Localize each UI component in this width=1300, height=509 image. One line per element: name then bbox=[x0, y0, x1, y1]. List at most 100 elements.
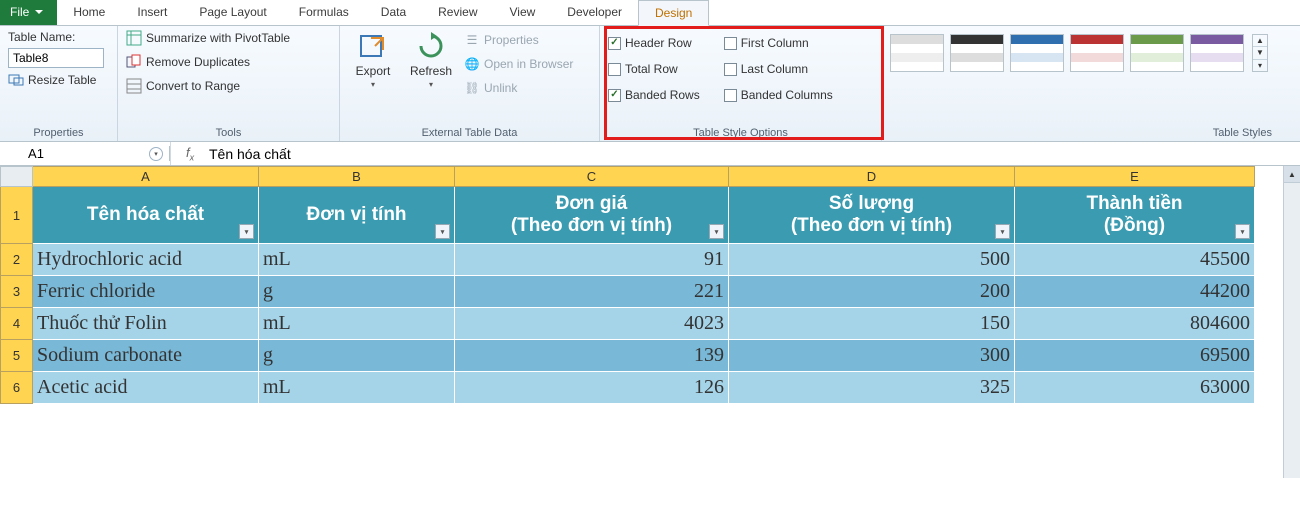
open-browser-button: 🌐 Open in Browser bbox=[464, 56, 573, 72]
style-swatch[interactable] bbox=[890, 34, 944, 72]
cell[interactable]: 221 bbox=[455, 276, 729, 308]
tab-formulas[interactable]: Formulas bbox=[283, 0, 365, 25]
group-title-styles: Table Styles bbox=[890, 125, 1292, 139]
chk-banded-rows[interactable]: Banded Rows bbox=[608, 88, 700, 102]
label-table-name: Table Name: bbox=[8, 30, 104, 44]
cell[interactable]: 500 bbox=[729, 244, 1015, 276]
name-box-dropdown[interactable]: ▾ bbox=[149, 147, 163, 161]
resize-table-button[interactable]: Resize Table bbox=[8, 72, 104, 88]
group-style-options: Header Row Total Row Banded Rows First C… bbox=[600, 26, 882, 141]
table-header-cell[interactable]: Thành tiền (Đồng)▾ bbox=[1015, 187, 1255, 244]
chk-first-column[interactable]: First Column bbox=[724, 36, 833, 50]
cell[interactable]: 45500 bbox=[1015, 244, 1255, 276]
chk-banded-columns[interactable]: Banded Columns bbox=[724, 88, 833, 102]
style-swatch[interactable] bbox=[1070, 34, 1124, 72]
col-header-A[interactable]: A bbox=[33, 167, 259, 187]
refresh-button[interactable]: Refresh▾ bbox=[406, 30, 456, 89]
row-header[interactable]: 5 bbox=[1, 340, 33, 372]
chevron-down-icon: ▾ bbox=[429, 80, 433, 89]
cell[interactable]: 300 bbox=[729, 340, 1015, 372]
filter-button[interactable]: ▾ bbox=[1235, 224, 1250, 239]
filter-button[interactable]: ▾ bbox=[435, 224, 450, 239]
cell[interactable]: Sodium carbonate bbox=[33, 340, 259, 372]
row-header[interactable]: 4 bbox=[1, 308, 33, 340]
name-box-input[interactable] bbox=[6, 146, 66, 161]
row-header[interactable]: 3 bbox=[1, 276, 33, 308]
cell[interactable]: Hydrochloric acid bbox=[33, 244, 259, 276]
tab-page-layout[interactable]: Page Layout bbox=[183, 0, 282, 25]
cell[interactable]: 126 bbox=[455, 372, 729, 404]
cell[interactable]: 91 bbox=[455, 244, 729, 276]
browser-icon: 🌐 bbox=[464, 56, 480, 72]
group-external: Export▾ Refresh▾ ☰ Properties 🌐 Open in … bbox=[340, 26, 600, 141]
checkbox-icon bbox=[724, 37, 737, 50]
unlink-icon: ⛓ bbox=[464, 80, 480, 96]
cell[interactable]: 44200 bbox=[1015, 276, 1255, 308]
tab-review[interactable]: Review bbox=[422, 0, 493, 25]
cell[interactable]: mL bbox=[259, 372, 455, 404]
cell[interactable]: mL bbox=[259, 308, 455, 340]
vertical-scrollbar[interactable]: ▲ bbox=[1283, 166, 1300, 478]
cell[interactable]: Acetic acid bbox=[33, 372, 259, 404]
cell[interactable]: g bbox=[259, 340, 455, 372]
col-header-C[interactable]: C bbox=[455, 167, 729, 187]
col-header-B[interactable]: B bbox=[259, 167, 455, 187]
table-header-cell[interactable]: Số lượng (Theo đơn vị tính)▾ bbox=[729, 187, 1015, 244]
tab-home[interactable]: Home bbox=[57, 0, 121, 25]
cell[interactable]: 325 bbox=[729, 372, 1015, 404]
tab-view[interactable]: View bbox=[494, 0, 552, 25]
convert-range-button[interactable]: Convert to Range bbox=[126, 78, 290, 94]
row-header[interactable]: 6 bbox=[1, 372, 33, 404]
export-button[interactable]: Export▾ bbox=[348, 30, 398, 89]
fx-icon[interactable]: fx bbox=[175, 145, 205, 163]
checkbox-icon bbox=[608, 63, 621, 76]
row-header[interactable]: 2 bbox=[1, 244, 33, 276]
tab-developer[interactable]: Developer bbox=[551, 0, 638, 25]
tab-data[interactable]: Data bbox=[365, 0, 422, 25]
cell[interactable]: g bbox=[259, 276, 455, 308]
name-box[interactable]: ▾ bbox=[0, 146, 170, 161]
cell[interactable]: Ferric chloride bbox=[33, 276, 259, 308]
tab-design[interactable]: Design bbox=[638, 0, 709, 26]
gallery-down-button[interactable]: ▼ bbox=[1253, 47, 1267, 59]
gallery-more-button[interactable]: ▾ bbox=[1253, 60, 1267, 71]
remove-duplicates-icon bbox=[126, 54, 142, 70]
sheet-grid[interactable]: A B C D E 1 Tên hóa chất▾ Đơn vị tính▾ Đ… bbox=[0, 166, 1255, 404]
filter-button[interactable]: ▾ bbox=[995, 224, 1010, 239]
gallery-up-button[interactable]: ▲ bbox=[1253, 35, 1267, 47]
style-swatch[interactable] bbox=[1190, 34, 1244, 72]
filter-button[interactable]: ▾ bbox=[709, 224, 724, 239]
table-header-cell[interactable]: Đơn giá (Theo đơn vị tính)▾ bbox=[455, 187, 729, 244]
group-title-external: External Table Data bbox=[348, 125, 591, 139]
select-all-corner[interactable] bbox=[1, 167, 33, 187]
worksheet: A B C D E 1 Tên hóa chất▾ Đơn vị tính▾ Đ… bbox=[0, 166, 1300, 404]
summarize-pivot-button[interactable]: Summarize with PivotTable bbox=[126, 30, 290, 46]
table-name-input[interactable] bbox=[8, 48, 104, 68]
cell[interactable]: 200 bbox=[729, 276, 1015, 308]
style-swatch[interactable] bbox=[950, 34, 1004, 72]
filter-button[interactable]: ▾ bbox=[239, 224, 254, 239]
table-header-cell[interactable]: Đơn vị tính▾ bbox=[259, 187, 455, 244]
tab-file[interactable]: File bbox=[0, 0, 57, 25]
chk-total-row[interactable]: Total Row bbox=[608, 62, 700, 76]
chk-last-column[interactable]: Last Column bbox=[724, 62, 833, 76]
scroll-up-button[interactable]: ▲ bbox=[1284, 166, 1300, 183]
cell[interactable]: mL bbox=[259, 244, 455, 276]
formula-input[interactable] bbox=[205, 146, 1300, 162]
cell[interactable]: 4023 bbox=[455, 308, 729, 340]
cell[interactable]: 804600 bbox=[1015, 308, 1255, 340]
cell[interactable]: Thuốc thử Folin bbox=[33, 308, 259, 340]
col-header-D[interactable]: D bbox=[729, 167, 1015, 187]
row-header-1[interactable]: 1 bbox=[1, 187, 33, 244]
style-swatch[interactable] bbox=[1010, 34, 1064, 72]
table-header-cell[interactable]: Tên hóa chất▾ bbox=[33, 187, 259, 244]
tab-insert[interactable]: Insert bbox=[121, 0, 183, 25]
cell[interactable]: 69500 bbox=[1015, 340, 1255, 372]
style-swatch[interactable] bbox=[1130, 34, 1184, 72]
col-header-E[interactable]: E bbox=[1015, 167, 1255, 187]
cell[interactable]: 63000 bbox=[1015, 372, 1255, 404]
remove-duplicates-button[interactable]: Remove Duplicates bbox=[126, 54, 290, 70]
cell[interactable]: 150 bbox=[729, 308, 1015, 340]
chk-header-row[interactable]: Header Row bbox=[608, 36, 700, 50]
cell[interactable]: 139 bbox=[455, 340, 729, 372]
